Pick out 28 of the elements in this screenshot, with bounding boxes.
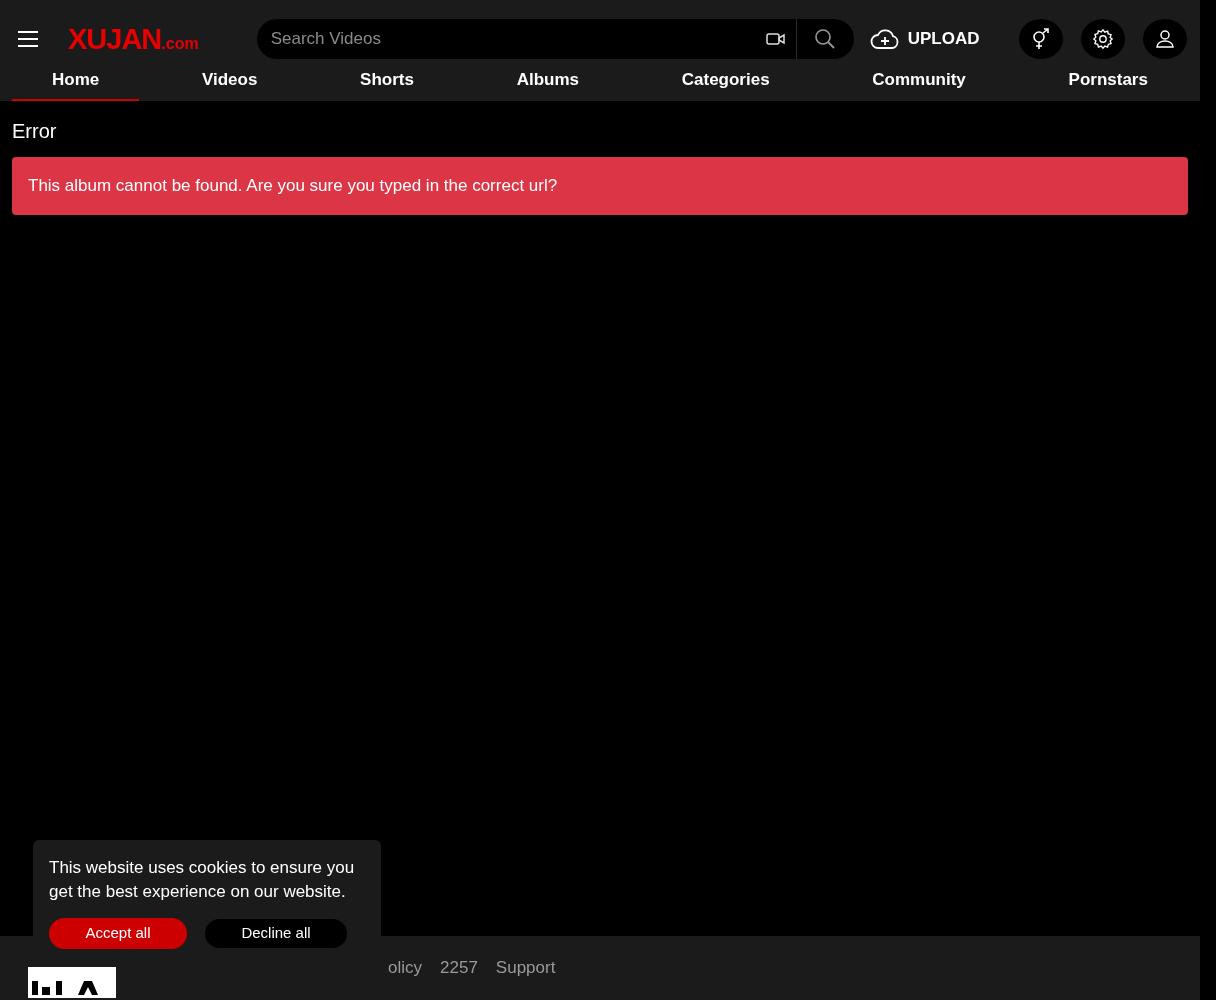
nav-tab[interactable]: Shorts	[320, 60, 454, 101]
error-alert: This album cannot be found. Are you sure you typed in the correct url?	[12, 157, 1188, 215]
nav-tab[interactable]: Albums	[476, 60, 619, 101]
gender-button[interactable]	[1019, 19, 1063, 59]
gender-symbol-icon	[1031, 28, 1051, 50]
nav-tab[interactable]: Pornstars	[1028, 60, 1188, 101]
upload-button[interactable]: UPLOAD	[869, 26, 980, 52]
menu-icon[interactable]	[16, 29, 40, 49]
nav-tab[interactable]: Home	[12, 60, 140, 101]
nav-tab[interactable]: Videos	[161, 60, 298, 101]
site-logo[interactable]: XUJAN.com	[68, 24, 199, 54]
account-button[interactable]	[1143, 19, 1187, 59]
page-title: Error	[12, 119, 58, 143]
cookie-message: This website uses cookies to ensure you get the best experience on our website.	[49, 857, 356, 903]
accept-button[interactable]: Accept all	[49, 918, 187, 949]
logo-icon	[28, 966, 116, 998]
footer-link[interactable]: olicy	[388, 955, 422, 981]
decline-button[interactable]: Decline all	[205, 919, 347, 948]
video-camera-icon	[765, 31, 786, 47]
settings-icon	[1092, 28, 1114, 50]
footer-link[interactable]: Support	[495, 955, 556, 981]
cloud-plus-icon	[869, 28, 900, 50]
nav-tab[interactable]: Categories	[641, 60, 810, 101]
user-icon	[1155, 29, 1175, 49]
footer-link[interactable]: 2257	[440, 955, 478, 981]
settings-button[interactable]	[1081, 19, 1125, 59]
search-icon	[814, 28, 837, 50]
nav-tab[interactable]: Community	[832, 60, 1006, 101]
